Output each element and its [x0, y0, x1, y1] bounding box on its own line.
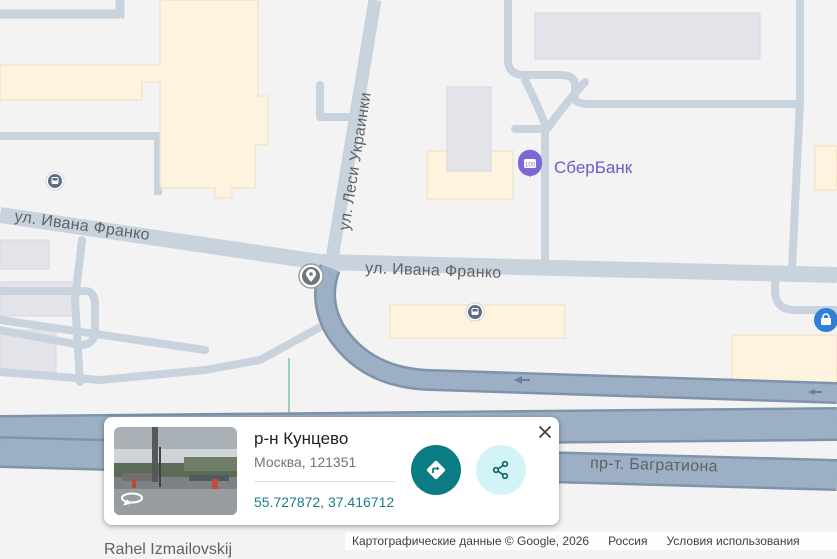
bus-stop-icon[interactable]	[45, 171, 65, 191]
close-button[interactable]	[533, 420, 557, 444]
share-icon	[492, 460, 509, 480]
place-title: р-н Кунцево	[254, 429, 349, 448]
bus-stop-icon[interactable]	[465, 302, 485, 322]
street-label-bagrationa: пр-т. Багратиона	[590, 455, 718, 476]
directions-button[interactable]	[411, 445, 461, 495]
place-address: Москва, 121351	[254, 454, 357, 470]
map-footer: Картографические данные © Google, 2026 Р…	[345, 532, 837, 550]
place-info-card[interactable]: р-н Кунцево Москва, 121351 55.727872, 37…	[104, 417, 559, 525]
poi-label-sberbank: СберБанк	[554, 158, 633, 177]
close-icon	[538, 425, 552, 439]
shopping-bag-icon[interactable]	[814, 308, 837, 332]
map-data-attribution: Картографические данные © Google, 2026	[352, 534, 590, 548]
svg-text:100: 100	[525, 163, 536, 169]
terms-link[interactable]: Условия использования	[666, 534, 799, 548]
street-view-thumbnail[interactable]	[114, 427, 237, 515]
selected-location-pin-icon[interactable]	[298, 263, 324, 289]
partial-place-label: Rahel Izmailovskij	[104, 541, 233, 558]
coordinates-link[interactable]: 55.727872, 37.416712	[254, 494, 394, 510]
card-divider	[254, 481, 396, 482]
360-view-icon	[121, 492, 143, 506]
directions-icon	[426, 460, 446, 480]
region-link[interactable]: Россия	[608, 534, 647, 548]
share-button[interactable]	[476, 445, 526, 495]
